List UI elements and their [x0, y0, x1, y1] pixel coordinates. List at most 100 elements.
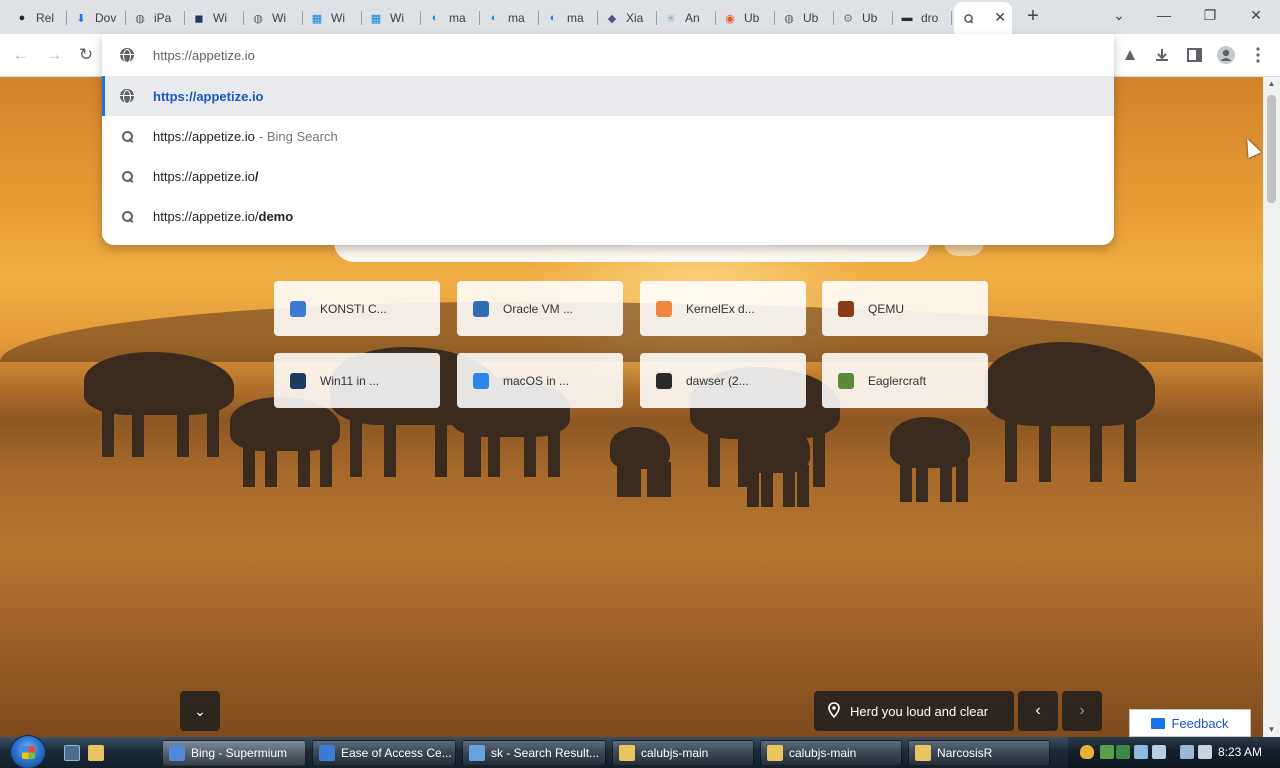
tab-6[interactable]: ▦ Wi: [303, 4, 362, 32]
address-input[interactable]: https://appetize.io: [153, 48, 255, 63]
page-search-box[interactable]: [334, 242, 930, 262]
tab-15[interactable]: ⚙ Ub: [834, 4, 893, 32]
omnibox-suggestion[interactable]: https://appetize.io /: [102, 156, 1114, 196]
back-button[interactable]: ←: [10, 44, 32, 66]
elephant-leg: [320, 442, 333, 487]
download-icon[interactable]: [1151, 44, 1173, 66]
show-desktop-icon[interactable]: [64, 745, 80, 761]
elephant-leg: [102, 404, 114, 457]
quick-link-label: Oracle VM ...: [503, 301, 574, 316]
tab-14[interactable]: ◍ Ub: [775, 4, 834, 32]
github-icon: ●: [18, 12, 26, 24]
tab-search-button[interactable]: ⌄: [1105, 4, 1133, 26]
volume-muted-icon[interactable]: [1198, 745, 1212, 759]
update-icon[interactable]: [1100, 745, 1114, 759]
tab-16[interactable]: ▬ dro: [893, 4, 952, 32]
display-icon[interactable]: [1152, 745, 1166, 759]
tab-9[interactable]: ◐ ma: [480, 4, 539, 32]
elephant-leg: [939, 459, 952, 502]
tab-4[interactable]: ◼ Wi: [185, 4, 244, 32]
quick-link-tile[interactable]: Eaglercraft: [822, 353, 988, 408]
taskbar-button[interactable]: NarcosisR: [908, 740, 1050, 766]
quick-link-label: QEMU: [868, 301, 904, 316]
elephant-leg: [659, 462, 672, 497]
scroll-down-arrow[interactable]: ▼: [1263, 723, 1280, 737]
quick-link-tile[interactable]: Win11 in ...: [274, 353, 440, 408]
taskbar-clock[interactable]: 8:23 AM: [1218, 745, 1262, 759]
image-caption-button[interactable]: Herd you loud and clear: [814, 691, 1014, 731]
page-scrollbar[interactable]: ▲ ▼: [1263, 77, 1280, 737]
network-icon[interactable]: [1134, 745, 1148, 759]
next-image-button[interactable]: ›: [1062, 691, 1102, 731]
tab-5[interactable]: ◍ Wi: [244, 4, 303, 32]
menu-kebab-icon[interactable]: [1247, 44, 1269, 66]
new-tab-button[interactable]: +: [1022, 6, 1044, 28]
forward-button[interactable]: →: [43, 44, 65, 66]
extension-icon[interactable]: [1119, 44, 1141, 66]
expand-feed-button[interactable]: ⌄: [180, 691, 220, 731]
finder-icon: ◐: [431, 12, 439, 24]
quick-link-tile[interactable]: Oracle VM ...: [457, 281, 623, 336]
tab-3[interactable]: ◍ iPa: [126, 4, 185, 32]
quick-link-tile[interactable]: KernelEx d...: [640, 281, 806, 336]
quick-link-tile[interactable]: KONSTI C...: [274, 281, 440, 336]
taskbar-button[interactable]: Bing - Supermium: [162, 740, 306, 766]
elephant-leg: [464, 427, 477, 477]
start-button[interactable]: [10, 735, 46, 768]
tab-title: dro: [921, 11, 939, 25]
tab-8[interactable]: ◐ ma: [421, 4, 480, 32]
quick-link-tile[interactable]: QEMU: [822, 281, 988, 336]
side-panel-icon[interactable]: [1183, 44, 1205, 66]
taskbar-app-icon: [319, 745, 335, 761]
tab-2[interactable]: ⬇ Dov: [67, 4, 126, 32]
taskbar-button[interactable]: calubjs-main: [760, 740, 902, 766]
scrollbar-thumb[interactable]: [1267, 95, 1276, 203]
elephant-leg: [524, 427, 537, 477]
terminal-icon: ▬: [901, 12, 913, 24]
suggestion-text: https://appetize.io: [153, 168, 255, 184]
minimize-button[interactable]: —: [1150, 4, 1178, 26]
omnibox-suggestion[interactable]: https://appetize.io/demo: [102, 196, 1114, 236]
android-icon: ✳: [666, 12, 676, 25]
address-bar[interactable]: https://appetize.io: [102, 34, 1114, 76]
shield-icon[interactable]: [1080, 745, 1094, 759]
spreadsheet-icon[interactable]: [1116, 745, 1130, 759]
monitor-network-icon[interactable]: [1180, 745, 1194, 759]
tab-active[interactable]: ✕: [954, 2, 1012, 34]
tab-1[interactable]: ● Rel: [8, 4, 67, 32]
omnibox-suggestion[interactable]: https://appetize.io - Bing Search: [102, 116, 1114, 156]
elephant-leg: [647, 462, 660, 497]
tab-12[interactable]: ✳ An: [657, 4, 716, 32]
tab-title: Rel: [36, 11, 55, 25]
taskbar-button[interactable]: Ease of Access Ce...: [312, 740, 456, 766]
tab-13[interactable]: ◉ Ub: [716, 4, 775, 32]
tab-7[interactable]: ▦ Wi: [362, 4, 421, 32]
reload-button[interactable]: ↻: [75, 44, 97, 66]
suggestion-completion: demo: [258, 208, 294, 224]
close-window-button[interactable]: ✕: [1242, 4, 1270, 26]
explorer-quicklaunch-icon[interactable]: [88, 745, 104, 761]
elephant-leg: [955, 459, 968, 502]
quick-link-tile[interactable]: macOS in ...: [457, 353, 623, 408]
taskbar-button[interactable]: calubjs-main: [612, 740, 754, 766]
feedback-button[interactable]: Feedback: [1129, 709, 1251, 737]
tab-10[interactable]: ◐ ma: [539, 4, 598, 32]
taskbar-button[interactable]: sk - Search Result...: [462, 740, 606, 766]
elephant-leg: [1124, 412, 1137, 482]
tab-title: ma: [567, 11, 584, 25]
omnibox-suggestion[interactable]: https://appetize.io: [102, 76, 1114, 116]
tab-title: Wi: [213, 11, 227, 25]
elephant-leg: [488, 427, 501, 477]
elephant-leg: [548, 427, 561, 477]
suggestion-completion: /: [254, 168, 259, 184]
gear-icon: ⚙: [843, 12, 853, 25]
quick-link-tile[interactable]: dawser (2...: [640, 353, 806, 408]
close-tab-icon[interactable]: ✕: [994, 9, 1006, 26]
restore-button[interactable]: ❐: [1196, 4, 1224, 26]
elephant-leg: [132, 404, 144, 457]
profile-avatar-icon[interactable]: [1215, 44, 1237, 66]
scroll-up-arrow[interactable]: ▲: [1263, 77, 1280, 91]
prev-image-button[interactable]: ‹: [1018, 691, 1058, 731]
tab-11[interactable]: ◆ Xia: [598, 4, 657, 32]
qemu-icon: [838, 300, 854, 317]
